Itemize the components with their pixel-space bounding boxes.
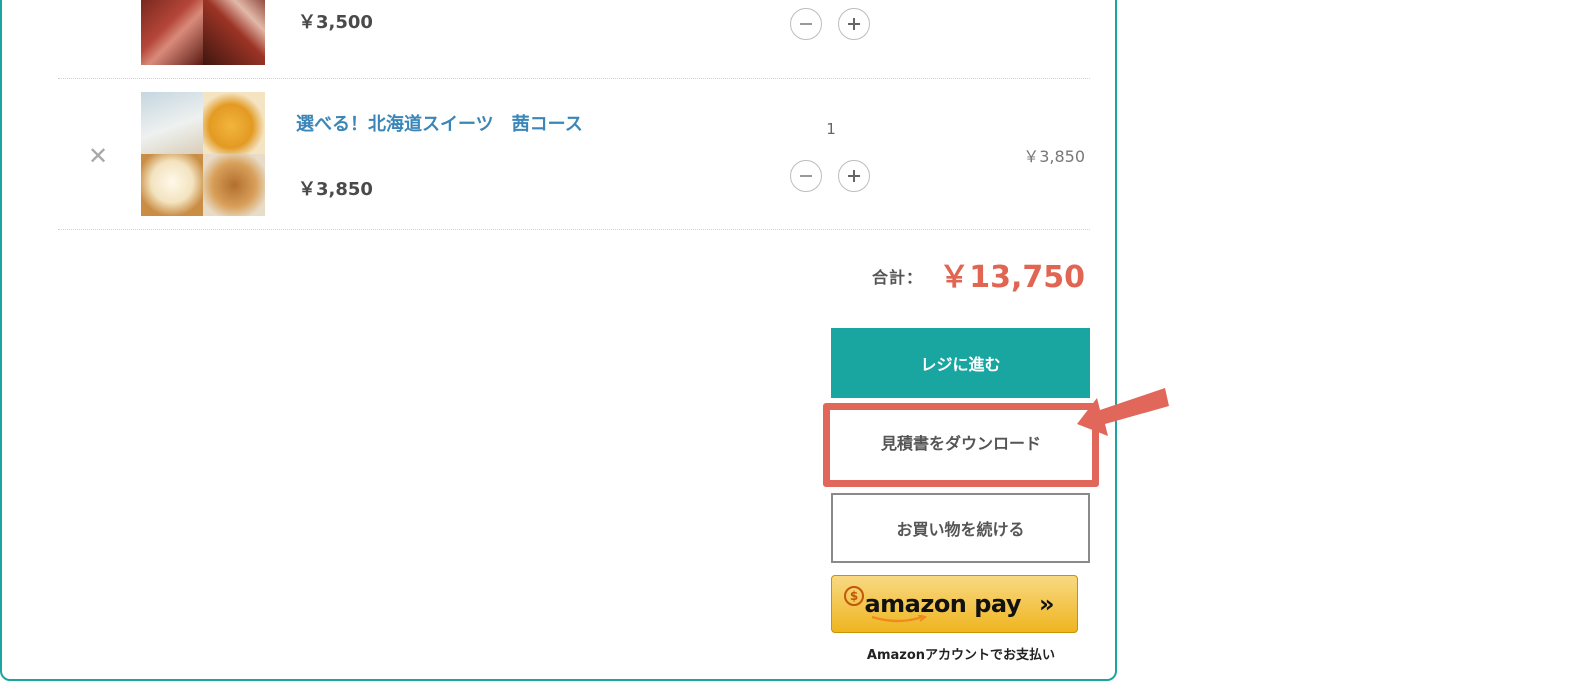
item-unit-price: ￥3,500	[298, 12, 373, 33]
remove-item-icon[interactable]: ✕	[86, 144, 110, 168]
amazon-pay-caption: Amazonアカウントでお支払い	[866, 648, 1056, 663]
quantity-decrease-button[interactable]	[790, 160, 822, 192]
row-divider	[58, 78, 1090, 79]
continue-shopping-button[interactable]: お買い物を続ける	[831, 493, 1090, 563]
line-total-price: ￥3,850	[1023, 147, 1085, 166]
product-image-wagyu[interactable]	[141, 0, 265, 65]
quantity-value: 1	[826, 120, 836, 138]
amazon-pay-badge-icon: $	[844, 586, 864, 606]
product-image-sweets[interactable]	[141, 92, 265, 216]
quote-download-button[interactable]: 見積書をダウンロード	[832, 408, 1090, 476]
amazon-smile-icon	[872, 615, 928, 623]
amazon-pay-button[interactable]: $ amazon pay »	[831, 575, 1078, 633]
checkout-button[interactable]: レジに進む	[831, 328, 1090, 398]
amazon-pay-logo-text: amazon pay	[864, 590, 1022, 618]
item-unit-price: ￥3,850	[298, 179, 373, 200]
amazon-pay-logo: amazon pay	[864, 590, 1022, 623]
quantity-decrease-button[interactable]	[790, 8, 822, 40]
quantity-increase-button[interactable]	[838, 160, 870, 192]
quantity-increase-button[interactable]	[838, 8, 870, 40]
cart-panel: ￥3,500 ✕ 選べる！北海道スイーツ 茜コース ￥3,850 1 ￥3,85…	[0, 0, 1117, 681]
total-price: ￥13,750	[939, 260, 1085, 295]
product-name-link[interactable]: 選べる！北海道スイーツ 茜コース	[296, 111, 586, 139]
chevrons-right-icon: »	[1039, 590, 1054, 618]
row-divider	[58, 229, 1090, 230]
annotation-arrow-icon	[1077, 388, 1169, 436]
total-label: 合計：	[872, 268, 924, 287]
